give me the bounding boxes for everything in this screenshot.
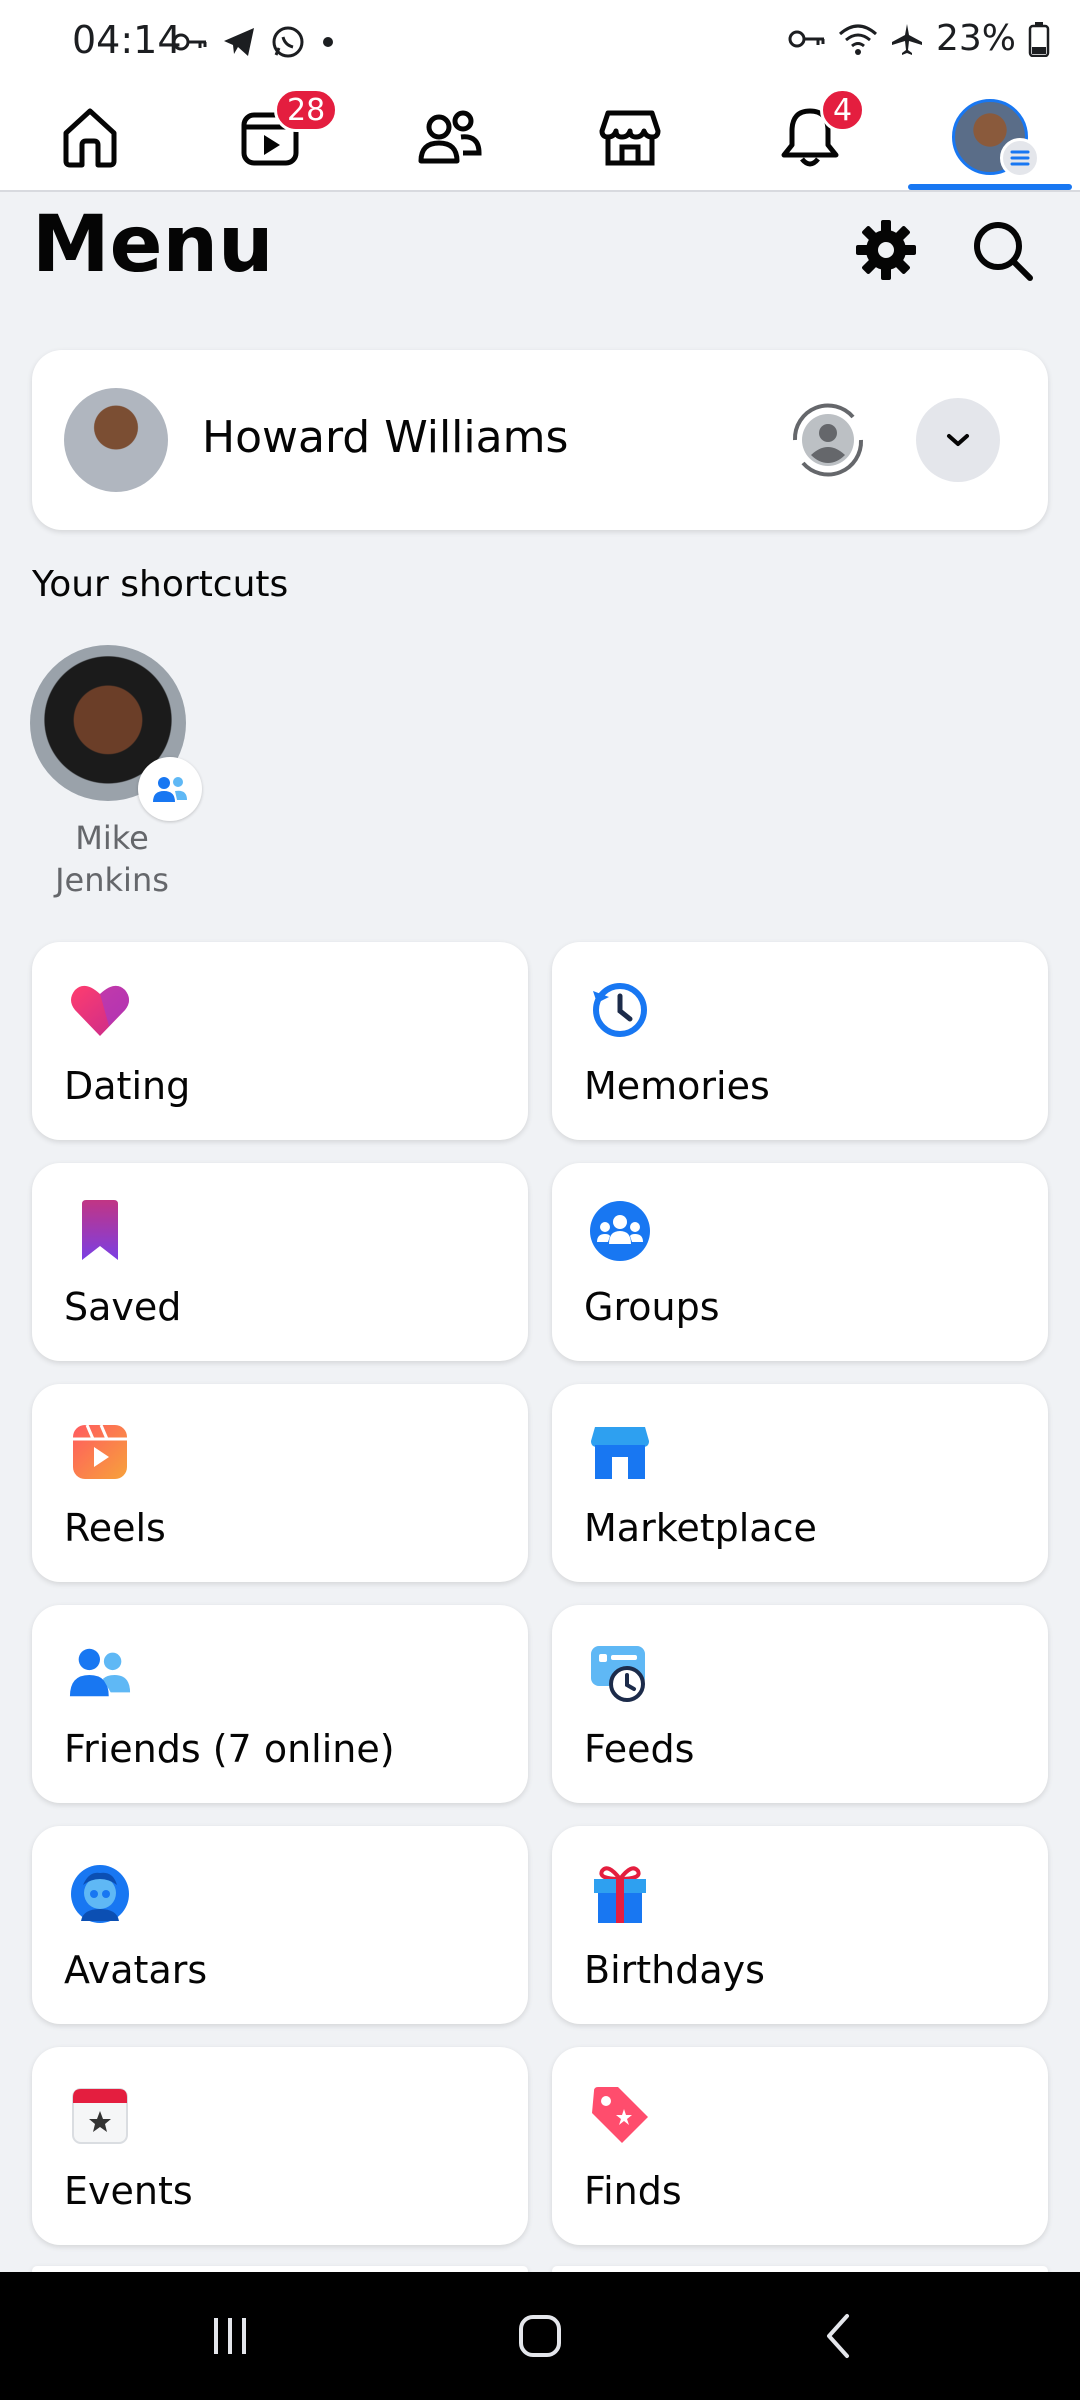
- nav-notifications[interactable]: 4: [720, 84, 900, 190]
- page-title: Menu: [32, 200, 274, 290]
- home-icon: [63, 108, 117, 168]
- tile-label: Dating: [64, 1064, 191, 1108]
- nav-friends[interactable]: [360, 84, 540, 190]
- tile-reels[interactable]: Reels: [32, 1384, 528, 1582]
- friends-icon: [418, 110, 482, 164]
- store-icon: [599, 110, 661, 166]
- active-tab-indicator: [908, 184, 1072, 190]
- settings-button[interactable]: [848, 212, 924, 288]
- status-left-icons: [172, 24, 336, 60]
- recents-button[interactable]: [200, 2306, 260, 2366]
- tile-memories[interactable]: Memories: [552, 942, 1048, 1140]
- key-icon: [788, 30, 825, 47]
- profile-name: Howard Williams: [202, 412, 569, 463]
- tile-avatars[interactable]: Avatars: [32, 1826, 528, 2024]
- profile-dropdown-button[interactable]: [916, 398, 1000, 482]
- tile-dating[interactable]: Dating: [32, 942, 528, 1140]
- airplane-icon: [891, 23, 922, 55]
- wifi-icon: [838, 24, 877, 55]
- home-button[interactable]: [504, 2302, 576, 2370]
- shortcuts-title: Your shortcuts: [32, 564, 289, 605]
- chevron-down-icon: [947, 434, 969, 446]
- avatar-icon: [68, 1862, 132, 1926]
- search-icon: [974, 222, 1033, 281]
- tile-friends[interactable]: Friends (7 online): [32, 1605, 528, 1803]
- telegram-icon: [224, 28, 254, 56]
- tile-label: Memories: [584, 1064, 770, 1108]
- tile-events[interactable]: Events: [32, 2047, 528, 2245]
- heart-icon: [68, 978, 132, 1042]
- tile-birthdays[interactable]: Birthdays: [552, 1826, 1048, 2024]
- nav-video[interactable]: 28: [180, 84, 360, 190]
- nav-menu[interactable]: [900, 84, 1080, 190]
- battery-percent: 23%: [935, 18, 1016, 59]
- profile-avatar: [64, 388, 168, 492]
- gear-icon: [856, 220, 916, 280]
- switch-account-icon: [792, 403, 864, 477]
- back-icon: [827, 2314, 849, 2358]
- video-badge: 28: [274, 88, 339, 132]
- recents-icon: [214, 2318, 246, 2354]
- gift-icon: [588, 1862, 652, 1926]
- whatsapp-icon: [272, 26, 304, 58]
- home-nav-icon: [519, 2315, 561, 2357]
- nav-marketplace[interactable]: [540, 84, 720, 190]
- tag-icon: [588, 2083, 652, 2147]
- group-icon: [138, 757, 202, 821]
- notifications-badge: 4: [820, 88, 866, 132]
- tile-marketplace[interactable]: Marketplace: [552, 1384, 1048, 1582]
- tile-label: Saved: [64, 1285, 182, 1329]
- switch-profile-button[interactable]: [780, 392, 876, 488]
- tile-label: Feeds: [584, 1727, 695, 1771]
- battery-icon: [1028, 21, 1050, 57]
- top-nav: 28 4: [0, 84, 1080, 192]
- clock-icon: [588, 978, 652, 1042]
- nav-home[interactable]: [0, 84, 180, 190]
- shortcut-item[interactable]: Mike Jenkins: [30, 645, 202, 901]
- profile-card[interactable]: Howard Williams: [32, 350, 1048, 530]
- search-button[interactable]: [964, 212, 1040, 288]
- tile-saved[interactable]: Saved: [32, 1163, 528, 1361]
- menu-lines-icon: [1000, 138, 1040, 178]
- tile-label: Friends (7 online): [64, 1727, 395, 1771]
- key-icon: [172, 33, 207, 51]
- reels-icon: [68, 1420, 132, 1484]
- groups-icon: [588, 1199, 652, 1263]
- tile-label: Finds: [584, 2169, 682, 2213]
- tile-label: Avatars: [64, 1948, 208, 1992]
- dot-icon: [323, 37, 333, 47]
- store-icon: [588, 1420, 652, 1484]
- tile-label: Marketplace: [584, 1506, 817, 1550]
- status-right-icons: 23%: [788, 18, 1050, 59]
- shortcut-label: Mike Jenkins: [55, 819, 169, 899]
- back-button[interactable]: [808, 2306, 868, 2366]
- tile-label: Events: [64, 2169, 193, 2213]
- tile-groups[interactable]: Groups: [552, 1163, 1048, 1361]
- tile-finds[interactable]: Finds: [552, 2047, 1048, 2245]
- tile-feeds[interactable]: Feeds: [552, 1605, 1048, 1803]
- calendar-icon: [68, 2083, 132, 2147]
- status-bar: 04:14 23%: [0, 0, 1080, 84]
- tile-label: Reels: [64, 1506, 166, 1550]
- status-time: 04:14: [72, 18, 182, 62]
- bookmark-icon: [68, 1199, 132, 1263]
- system-nav-bar: [0, 2272, 1080, 2400]
- tile-label: Birthdays: [584, 1948, 765, 1992]
- tile-label: Groups: [584, 1285, 720, 1329]
- feeds-icon: [588, 1641, 652, 1705]
- friends-icon: [68, 1641, 132, 1705]
